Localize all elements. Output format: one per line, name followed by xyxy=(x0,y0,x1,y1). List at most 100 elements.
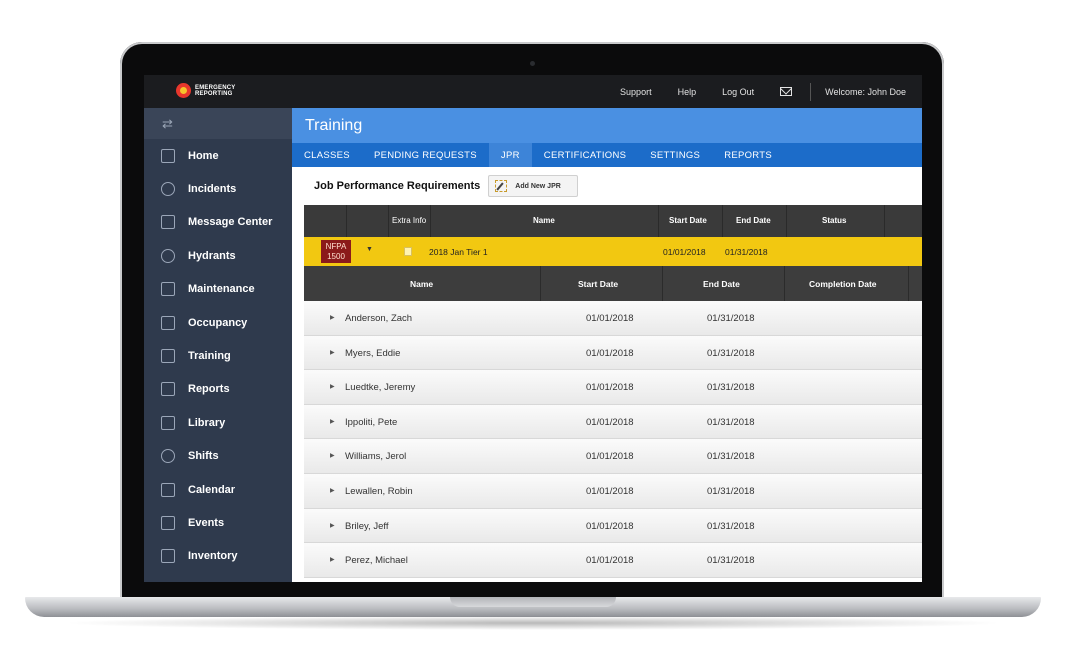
sidebar-item-occupancy[interactable]: Occupancy xyxy=(144,306,292,339)
sidebar-item-label: Home xyxy=(188,149,219,162)
table-row[interactable]: ▶ Briley, Jeff 01/01/2018 01/31/2018 xyxy=(304,508,922,544)
swap-icon[interactable]: ⇄ xyxy=(144,108,292,139)
top-nav: Support Help Log Out Welcome: John Doe xyxy=(594,75,906,108)
sidebar-item-label: Maintenance xyxy=(188,283,255,296)
sidebar-item-shifts[interactable]: Shifts xyxy=(144,440,292,473)
row-start-date: 01/01/2018 xyxy=(586,555,634,567)
sidebar-item-label: Occupancy xyxy=(188,316,248,329)
header-extra-info[interactable]: Extra Info xyxy=(392,216,426,225)
sub-header-completion-date[interactable]: Completion Date xyxy=(809,279,877,289)
sidebar-item-incidents[interactable]: Incidents xyxy=(144,172,292,205)
row-start-date: 01/01/2018 xyxy=(586,416,634,428)
sidebar-item-hydrants[interactable]: Hydrants xyxy=(144,239,292,272)
row-name: Myers, Eddie xyxy=(345,347,401,359)
help-link[interactable]: Help xyxy=(678,87,697,97)
logo[interactable]: EMERGENCY REPORTING xyxy=(176,83,250,98)
sidebar-item-maintenance[interactable]: Maintenance xyxy=(144,273,292,306)
row-expand-icon[interactable]: ▶ xyxy=(330,522,335,529)
section-header: Job Performance Requirements Add New JPR xyxy=(292,167,922,205)
support-link[interactable]: Support xyxy=(620,87,652,97)
sidebar-item-reports[interactable]: Reports xyxy=(144,373,292,406)
tab-classes[interactable]: CLASSES xyxy=(292,143,362,167)
column-separator xyxy=(346,205,347,237)
add-jpr-button[interactable]: Add New JPR xyxy=(488,175,578,197)
column-separator xyxy=(662,266,663,301)
row-expand-icon[interactable]: ▶ xyxy=(330,314,335,321)
table-header: Extra Info Name Start Date End Date Stat… xyxy=(304,205,922,237)
sidebar-item-label: Incidents xyxy=(188,183,237,196)
table-row[interactable]: ▶ Myers, Eddie 01/01/2018 01/31/2018 xyxy=(304,335,922,371)
jpr-row[interactable]: NFPA 1500 ▼ 2018 Jan Tier 1 01/01/2018 0… xyxy=(304,237,922,266)
mail-icon[interactable] xyxy=(780,87,793,96)
tab-certifications[interactable]: CERTIFICATIONS xyxy=(532,143,639,167)
column-separator xyxy=(430,205,431,237)
row-expand-icon[interactable]: ▶ xyxy=(330,418,335,425)
sidebar-item-label: Library xyxy=(188,416,226,429)
row-name: Williams, Jerol xyxy=(345,451,407,463)
row-end-date: 01/31/2018 xyxy=(707,313,755,324)
logo-icon xyxy=(176,83,191,98)
sidebar: ⇄ Home Incidents Message Center Hydrants… xyxy=(144,108,292,582)
section-title: Job Performance Requirements xyxy=(314,180,481,192)
training-icon xyxy=(161,349,175,364)
welcome-text: Welcome: John Doe xyxy=(825,86,906,97)
table-row[interactable]: ▶ Williams, Jerol 01/01/2018 01/31/2018 xyxy=(304,439,922,474)
expand-caret-icon[interactable]: ▼ xyxy=(366,246,373,253)
row-name: Briley, Jeff xyxy=(345,520,389,532)
tab-pending-requests[interactable]: PENDING REQUESTS xyxy=(362,143,489,167)
sidebar-item-calendar[interactable]: Calendar xyxy=(144,473,292,506)
sidebar-item-library[interactable]: Library xyxy=(144,406,292,439)
topbar-divider xyxy=(810,82,812,101)
jpr-name: 2018 Jan Tier 1 xyxy=(429,247,488,257)
row-expand-icon[interactable]: ▶ xyxy=(330,383,335,390)
sub-header-start-date[interactable]: Start Date xyxy=(578,279,618,289)
tab-bar: CLASSES PENDING REQUESTS JPR CERTIFICATI… xyxy=(292,143,922,167)
row-expand-icon[interactable]: ▶ xyxy=(330,487,335,494)
header-name[interactable]: Name xyxy=(533,216,555,225)
row-expand-icon[interactable]: ▶ xyxy=(330,452,335,459)
badge-line2: 1500 xyxy=(327,252,345,261)
row-name: Anderson, Zach xyxy=(345,313,413,324)
row-expand-icon[interactable]: ▶ xyxy=(330,349,335,356)
table-row[interactable]: ▶ Lewallen, Robin 01/01/2018 01/31/2018 xyxy=(304,473,922,509)
logo-line2: REPORTING xyxy=(195,90,233,97)
info-icon[interactable] xyxy=(404,247,412,256)
column-separator xyxy=(908,266,909,301)
sidebar-item-home[interactable]: Home xyxy=(144,139,292,172)
table-row[interactable]: ▶ Anderson, Zach 01/01/2018 01/31/2018 xyxy=(304,301,922,336)
sidebar-item-label: Message Center xyxy=(188,216,273,229)
row-end-date: 01/31/2018 xyxy=(707,382,755,394)
row-end-date: 01/31/2018 xyxy=(707,520,755,532)
tab-reports[interactable]: REPORTS xyxy=(712,143,784,167)
row-name: Ippoliti, Pete xyxy=(345,416,398,428)
header-end-date[interactable]: End Date xyxy=(736,216,771,225)
badge-line1: NFPA xyxy=(325,242,347,251)
header-status[interactable]: Status xyxy=(822,216,846,225)
table-row[interactable]: ▶ Luedtke, Jeremy 01/01/2018 01/31/2018 xyxy=(304,370,922,405)
header-start-date[interactable]: Start Date xyxy=(669,216,707,225)
laptop-notch xyxy=(450,597,616,607)
sidebar-item-training[interactable]: Training xyxy=(144,339,292,372)
row-expand-icon[interactable]: ▶ xyxy=(330,556,335,563)
logout-link[interactable]: Log Out xyxy=(722,87,754,97)
jpr-start-date: 01/01/2018 xyxy=(663,247,706,257)
column-separator xyxy=(388,205,389,237)
sidebar-item-message-center[interactable]: Message Center xyxy=(144,206,292,239)
laptop-shadow xyxy=(60,616,1006,630)
sub-header-name[interactable]: Name xyxy=(410,279,433,289)
table-row[interactable]: ▶ Perez, Michael 01/01/2018 01/31/2018 xyxy=(304,543,922,578)
column-separator xyxy=(786,205,787,237)
sidebar-item-inventory[interactable]: Inventory xyxy=(144,540,292,573)
table-row[interactable]: ▶ Ippoliti, Pete 01/01/2018 01/31/2018 xyxy=(304,404,922,440)
row-start-date: 01/01/2018 xyxy=(586,451,634,463)
row-end-date: 01/31/2018 xyxy=(707,555,755,567)
row-end-date: 01/31/2018 xyxy=(707,416,755,428)
sidebar-item-label: Events xyxy=(188,516,225,529)
tab-jpr[interactable]: JPR xyxy=(488,143,532,167)
row-name: Lewallen, Robin xyxy=(345,485,413,497)
row-end-date: 01/31/2018 xyxy=(707,485,755,497)
tab-settings[interactable]: SETTINGS xyxy=(638,143,712,167)
sub-header-end-date[interactable]: End Date xyxy=(703,279,740,289)
column-separator xyxy=(722,205,723,237)
sidebar-item-events[interactable]: Events xyxy=(144,506,292,539)
